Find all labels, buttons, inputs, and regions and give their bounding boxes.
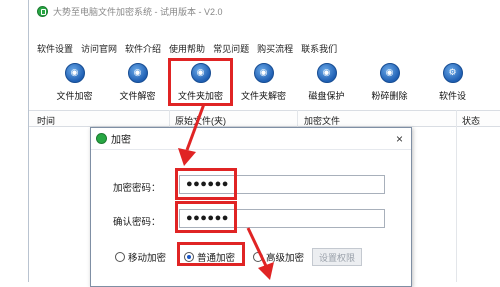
shred-icon: ◉ [379,63,400,83]
radio-icon [115,252,125,262]
column-status[interactable]: 状态 [462,114,480,127]
file-list-header: 时间 原始文件(夹) 加密文件 状态 [29,110,500,127]
file-decrypt-button[interactable]: ◉ 文件解密 [106,59,169,105]
file-unlock-icon: ◉ [127,63,148,83]
menu-visit-website[interactable]: 访问官网 [81,42,117,55]
file-lock-icon: ◉ [64,63,85,83]
tool-label: 软件设 [438,91,466,101]
column-encrypted-file[interactable]: 加密文件 [304,114,340,127]
disk-protect-icon: ◉ [316,63,337,83]
pointer-arrow-icon [178,103,206,166]
mobile-encrypt-option[interactable]: 移动加密 [115,250,166,264]
disk-protect-button[interactable]: ◉ 磁盘保护 [295,59,358,105]
dialog-logo-icon [96,133,107,144]
pointer-arrow-icon [246,227,274,280]
password-label: 加密密码： [113,183,161,194]
menu-software-intro[interactable]: 软件介绍 [125,42,161,55]
menu-contact[interactable]: 联系我们 [301,42,337,55]
menu-bar: 软件设置 访问官网 软件介绍 使用帮助 常见问题 购买流程 联系我们 [29,40,500,56]
folder-decrypt-button[interactable]: ◉ 文件夹解密 [232,59,295,105]
app-logo-icon [37,5,48,17]
software-settings-button[interactable]: ⚙ 软件设 [421,59,484,105]
tool-label: 粉碎删除 [371,91,408,101]
folder-encrypt-button[interactable]: ◉ 文件夹加密 [168,58,233,106]
menu-purchase[interactable]: 购买流程 [257,42,293,55]
option-label: 移动加密 [128,253,167,264]
column-divider [456,110,457,282]
shred-delete-button[interactable]: ◉ 粉碎删除 [358,59,421,105]
menu-software-settings[interactable]: 软件设置 [37,42,73,55]
folder-lock-icon: ◉ [190,63,211,83]
tool-label: 文件加密 [56,91,93,101]
highlight-box [175,201,237,233]
settings-icon: ⚙ [442,63,463,83]
tool-label: 文件解密 [119,91,156,101]
dialog-title-bar: 加密 [91,128,411,150]
menu-faq[interactable]: 常见问题 [213,42,249,55]
set-permissions-button[interactable]: 设置权限 [312,248,363,266]
highlight-box [175,168,237,200]
highlight-box [177,242,245,266]
menu-help[interactable]: 使用帮助 [169,42,205,55]
title-bar: 大势至电脑文件加密系统 - 试用版本 - V2.0 [29,0,500,22]
file-encrypt-button[interactable]: ◉ 文件加密 [43,59,106,105]
tool-label: 磁盘保护 [308,91,345,101]
tool-label: 文件夹解密 [240,91,286,101]
confirm-password-label: 确认密码： [113,217,161,228]
toolbar: ◉ 文件加密 ◉ 文件解密 ◉ 文件夹加密 ◉ 文件夹解密 ◉ 磁盘保护 ◉ 粉… [29,58,500,106]
folder-unlock-icon: ◉ [253,63,274,83]
window-title: 大势至电脑文件加密系统 - 试用版本 - V2.0 [53,6,223,17]
dialog-title: 加密 [111,135,131,146]
column-time[interactable]: 时间 [37,114,55,127]
close-icon[interactable]: × [396,132,403,146]
